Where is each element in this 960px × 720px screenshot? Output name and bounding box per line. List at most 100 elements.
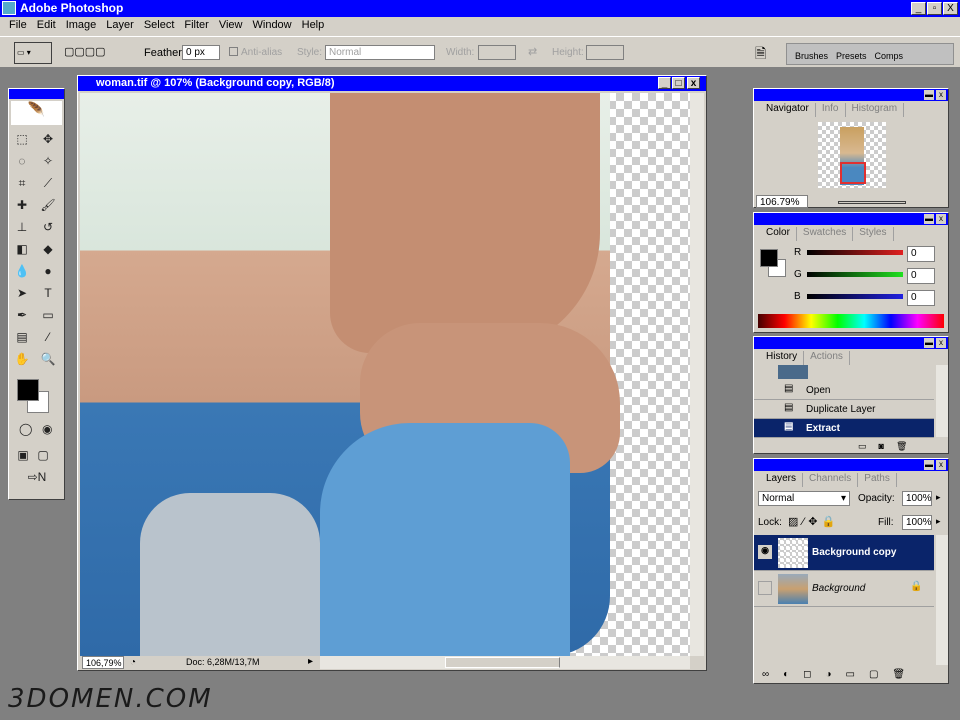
b-slider[interactable] xyxy=(807,294,903,299)
layer-row-background-copy[interactable]: ◉ Background copy xyxy=(754,535,934,571)
tab-info[interactable]: Info xyxy=(816,103,846,117)
feather-input[interactable]: 0 px xyxy=(182,45,220,60)
swap-icon[interactable]: ⇄ xyxy=(528,45,537,58)
dodge-tool-icon[interactable]: ● xyxy=(38,261,58,281)
shape-tool-icon[interactable]: ▭ xyxy=(38,305,58,325)
screen-mode-standard-icon[interactable]: ▣ xyxy=(13,445,33,465)
r-input[interactable]: 0 xyxy=(907,246,935,262)
navigator-thumbnail[interactable] xyxy=(818,122,886,188)
type-tool-icon[interactable]: T xyxy=(38,283,58,303)
pen-tool-icon[interactable]: ✒ xyxy=(12,305,32,325)
layer-name[interactable]: Background copy xyxy=(812,547,896,558)
history-scrollbar[interactable] xyxy=(936,365,948,437)
menu-image[interactable]: Image xyxy=(61,19,102,36)
eraser-tool-icon[interactable]: ◧ xyxy=(12,239,32,259)
tab-actions[interactable]: Actions xyxy=(804,351,850,365)
crop-tool-icon[interactable]: ⌗ xyxy=(12,173,32,193)
tab-color[interactable]: Color xyxy=(760,227,797,241)
menu-layer[interactable]: Layer xyxy=(101,19,139,36)
layers-scrollbar[interactable] xyxy=(936,535,948,665)
height-input[interactable] xyxy=(586,45,624,60)
minimize-button[interactable]: _ xyxy=(911,2,926,15)
well-tab-presets[interactable]: Presets xyxy=(836,51,867,64)
layer-name[interactable]: Background xyxy=(812,583,865,594)
quickmask-mode-icon[interactable]: ◉ xyxy=(39,419,57,439)
menu-edit[interactable]: Edit xyxy=(32,19,61,36)
blur-tool-icon[interactable]: 💧 xyxy=(12,261,32,281)
hand-tool-icon[interactable]: ✋ xyxy=(12,349,32,369)
antialias-checkbox[interactable] xyxy=(229,47,238,56)
paint-bucket-icon[interactable]: ◆ xyxy=(38,239,58,259)
well-tab-brushes[interactable]: Brushes xyxy=(795,51,828,64)
history-item[interactable]: ▤ Duplicate Layer xyxy=(754,400,934,419)
notes-tool-icon[interactable]: ▤ xyxy=(12,327,32,347)
menu-help[interactable]: Help xyxy=(297,19,330,36)
fill-arrow-icon[interactable]: ▸ xyxy=(936,516,941,527)
fill-input[interactable]: 100% xyxy=(902,515,932,530)
layer-row-background[interactable]: Background 🔒 xyxy=(754,571,934,607)
navigator-zoom-field[interactable]: 106.79% xyxy=(756,195,808,208)
history-item[interactable]: ▤ Open xyxy=(754,381,934,400)
well-tab-comps[interactable]: Comps xyxy=(875,51,904,64)
zoom-field[interactable]: 106,79% xyxy=(82,656,124,669)
menu-file[interactable]: File xyxy=(4,19,32,36)
healing-brush-icon[interactable]: ✚ xyxy=(12,195,32,215)
foreground-color-swatch[interactable] xyxy=(17,379,39,401)
screen-mode-full-menu-icon[interactable]: ▢ xyxy=(33,445,53,465)
g-slider[interactable] xyxy=(807,272,903,277)
visibility-eye-icon[interactable]: ◉ xyxy=(758,545,772,559)
lasso-tool-icon[interactable]: ◌ xyxy=(12,151,32,171)
tab-paths[interactable]: Paths xyxy=(858,473,897,487)
doc-maximize-button[interactable]: □ xyxy=(672,77,685,89)
path-select-icon[interactable]: ➤ xyxy=(12,283,32,303)
layers-footer-icons[interactable]: ∞◐◻◑▭▢🗑 xyxy=(762,669,919,680)
tab-channels[interactable]: Channels xyxy=(803,473,859,487)
tab-swatches[interactable]: Swatches xyxy=(797,227,854,241)
color-ramp[interactable] xyxy=(758,314,944,328)
tab-navigator[interactable]: Navigator xyxy=(760,103,816,117)
feather-logo-icon[interactable]: 🪶 xyxy=(11,101,62,125)
r-slider[interactable] xyxy=(807,250,903,255)
tool-preset-picker[interactable]: ▭ ▾ xyxy=(14,42,52,64)
doc-close-button[interactable]: x xyxy=(687,77,700,89)
g-input[interactable]: 0 xyxy=(907,268,935,284)
style-select[interactable]: Normal xyxy=(325,45,435,60)
eyedropper-icon[interactable]: ⁄ xyxy=(38,327,58,347)
tab-history[interactable]: History xyxy=(760,351,805,365)
b-input[interactable]: 0 xyxy=(907,290,935,306)
color-fg-swatch[interactable] xyxy=(760,249,778,267)
doc-minimize-button[interactable]: _ xyxy=(658,77,671,89)
tab-histogram[interactable]: Histogram xyxy=(846,103,905,117)
tab-styles[interactable]: Styles xyxy=(853,227,894,241)
brush-tool-icon[interactable]: 🖌 xyxy=(38,195,58,215)
close-button[interactable]: X xyxy=(943,2,958,15)
jump-to-imageready-icon[interactable]: ⇨N xyxy=(17,467,57,487)
navigator-zoom-slider[interactable] xyxy=(838,201,906,204)
history-footer-icons[interactable]: ▭◙🗑 xyxy=(858,441,919,452)
history-brush-icon[interactable]: ↺ xyxy=(38,217,58,237)
width-input[interactable] xyxy=(478,45,516,60)
magic-wand-icon[interactable]: ✧ xyxy=(38,151,58,171)
history-item-selected[interactable]: ▤ Extract xyxy=(754,419,934,438)
marquee-tool-icon[interactable]: ⬚ xyxy=(12,129,32,149)
menu-view[interactable]: View xyxy=(214,19,248,36)
vertical-scrollbar[interactable] xyxy=(690,93,704,656)
slice-tool-icon[interactable]: ⟋ xyxy=(38,173,58,193)
status-arrow-icon[interactable]: ▸ xyxy=(308,656,313,667)
document-title-bar[interactable]: woman.tif @ 107% (Background copy, RGB/8… xyxy=(78,76,706,91)
canvas[interactable] xyxy=(80,93,690,656)
status-menu-icon[interactable]: ◔ xyxy=(130,657,136,668)
zoom-tool-icon[interactable]: 🔍 xyxy=(38,349,58,369)
horizontal-scrollbar[interactable] xyxy=(320,656,690,669)
navigator-view-box[interactable] xyxy=(840,162,866,184)
menu-select[interactable]: Select xyxy=(139,19,180,36)
file-browser-icon[interactable]: 🗎 xyxy=(755,43,775,63)
blend-mode-select[interactable]: Normal ▾ xyxy=(758,491,850,506)
standard-mode-icon[interactable]: ◯ xyxy=(17,419,35,439)
restore-button[interactable]: ▫ xyxy=(927,2,942,15)
clone-stamp-icon[interactable]: ⊥ xyxy=(12,217,32,237)
history-snapshot[interactable] xyxy=(754,365,934,381)
tab-layers[interactable]: Layers xyxy=(760,473,804,487)
move-tool-icon[interactable]: ✥ xyxy=(38,129,58,149)
selection-mode-buttons[interactable]: ▢▢▢▢ xyxy=(64,45,126,59)
